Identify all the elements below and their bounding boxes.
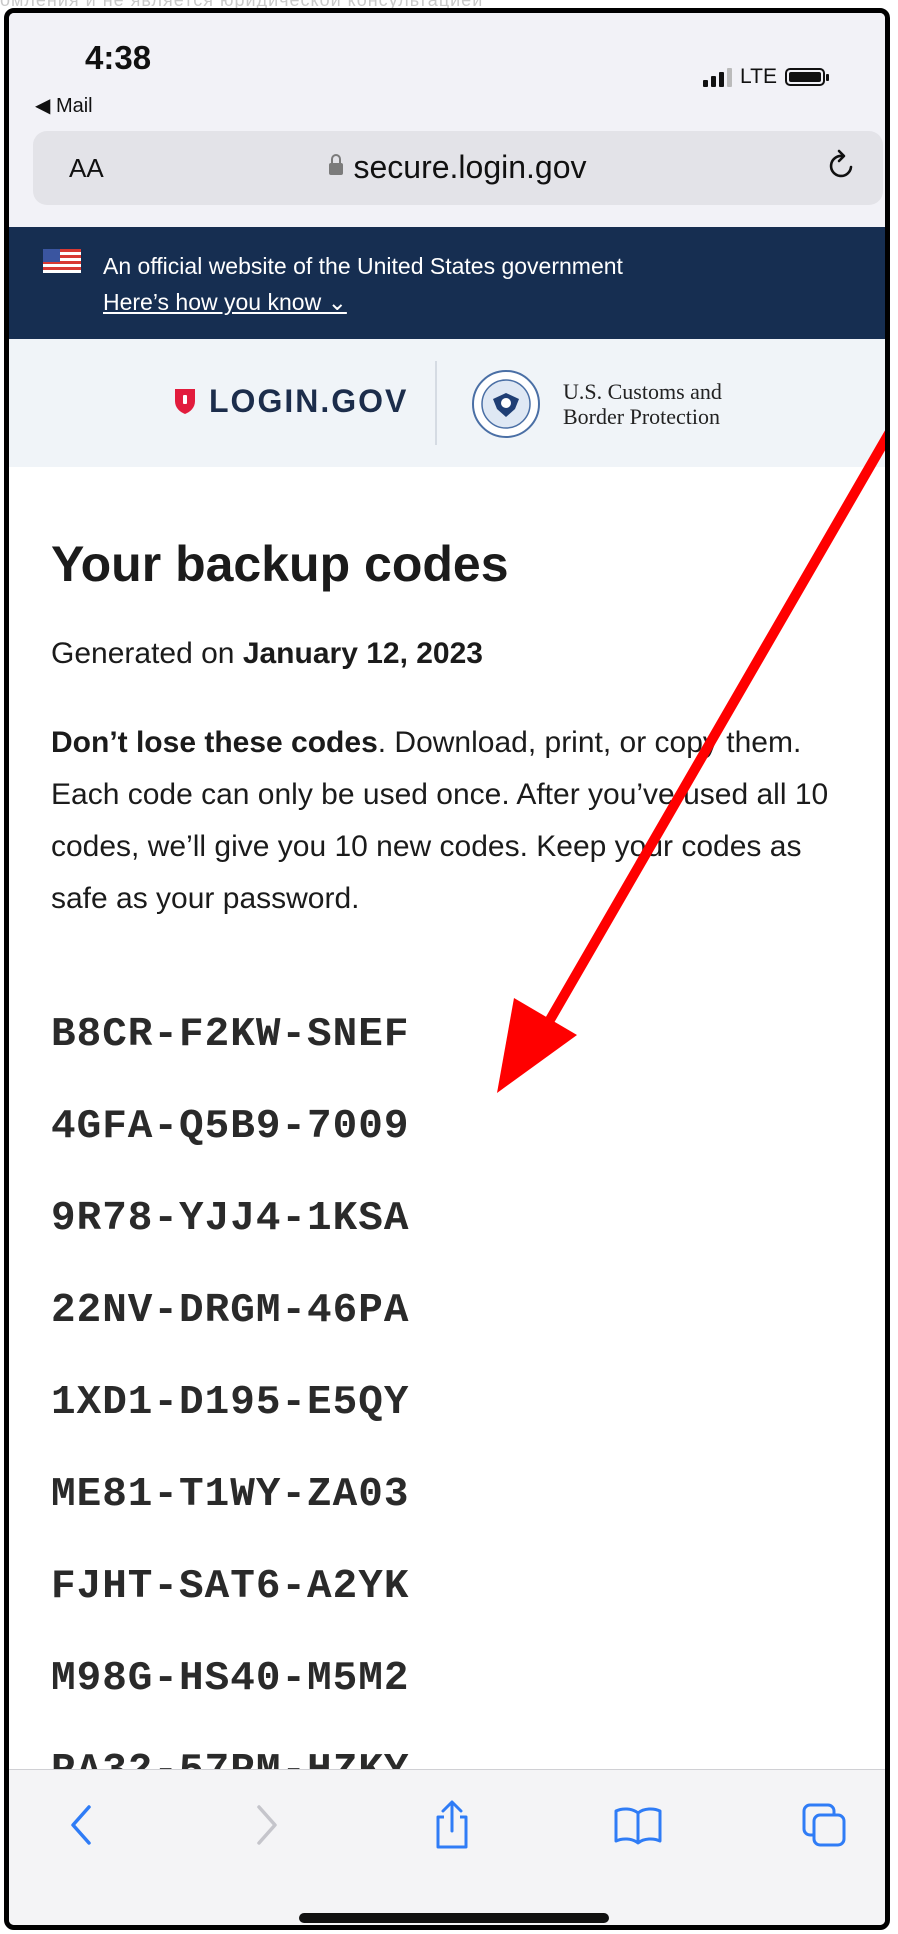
login-gov-logo: LOGIN.GOV: [209, 383, 409, 419]
backup-code: B8CR-F2KW-SNEF: [51, 1012, 410, 1058]
dhs-seal-icon: [472, 370, 540, 438]
tabs-icon[interactable]: [789, 1790, 859, 1860]
network-type: LTE: [740, 65, 777, 88]
url-field[interactable]: secure.login.gov: [33, 149, 883, 186]
phone-screenshot-frame: 4:38 ◀ Mail LTE AA secure.login.gov An o…: [4, 8, 890, 1930]
url-text: secure.login.gov: [353, 149, 587, 185]
reload-icon[interactable]: [827, 147, 857, 190]
home-indicator: [299, 1913, 609, 1923]
official-gov-banner: An official website of the United States…: [9, 227, 885, 339]
agency-name-line2: Border Protection: [563, 404, 721, 429]
back-icon[interactable]: [47, 1790, 117, 1860]
generated-date-value: January 12, 2023: [242, 637, 483, 670]
backup-codes-instructions: Don’t lose these codes. Download, print,…: [51, 717, 851, 925]
backup-codes-list: B8CR-F2KW-SNEF 4GFA-Q5B9-7009 9R78-YJJ4-…: [51, 989, 409, 1817]
main-content: Your backup codes Generated on January 1…: [9, 467, 885, 1794]
address-bar[interactable]: AA secure.login.gov: [33, 131, 883, 205]
generated-prefix: Generated on: [51, 637, 243, 670]
backup-code: 9R78-YJJ4-1KSA: [51, 1196, 410, 1242]
backup-code: 1XD1-D195-E5QY: [51, 1380, 410, 1426]
gov-banner-text: An official website of the United States…: [103, 253, 623, 279]
header-divider: [435, 361, 437, 445]
share-icon[interactable]: [417, 1790, 487, 1860]
backup-code: 22NV-DRGM-46PA: [51, 1288, 410, 1334]
signal-icon: [703, 67, 733, 87]
how-you-know-link[interactable]: Here’s how you know ⌄: [103, 289, 347, 316]
status-time: 4:38: [85, 39, 152, 76]
page-title: Your backup codes: [51, 536, 509, 592]
battery-icon: [785, 68, 829, 86]
bookmarks-icon[interactable]: [603, 1790, 673, 1860]
backup-code: FJHT-SAT6-A2YK: [51, 1564, 410, 1610]
generated-date: Generated on January 12, 2023: [51, 637, 483, 671]
warning-bold: Don’t lose these codes: [51, 726, 378, 759]
backup-code: M98G-HS40-M5M2: [51, 1656, 410, 1702]
us-flag-icon: [43, 249, 81, 273]
lock-icon: [329, 154, 344, 175]
back-to-mail-link[interactable]: ◀ Mail: [35, 93, 93, 118]
backup-code: 4GFA-Q5B9-7009: [51, 1104, 410, 1150]
backup-code: ME81-T1WY-ZA03: [51, 1472, 410, 1518]
site-header: LOGIN.GOV U.S. Customs and Border Protec…: [9, 339, 885, 467]
login-gov-shield-icon: [175, 389, 195, 414]
safari-toolbar: [9, 1769, 885, 1925]
forward-icon[interactable]: [231, 1790, 301, 1860]
status-bar: 4:38 ◀ Mail LTE: [9, 13, 885, 117]
agency-name-line1: U.S. Customs and: [563, 379, 722, 404]
status-indicators: LTE: [703, 65, 829, 89]
agency-name: U.S. Customs and Border Protection: [563, 379, 722, 429]
